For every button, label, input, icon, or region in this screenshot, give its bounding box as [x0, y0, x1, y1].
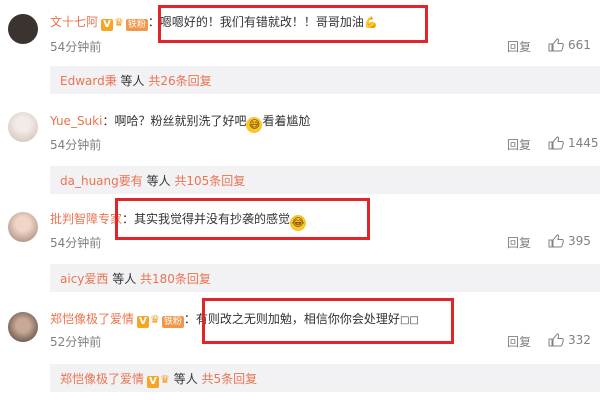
username[interactable]: 文十七阿	[50, 15, 98, 29]
comment-time: 54分钟前	[50, 236, 102, 250]
avatar[interactable]	[8, 112, 38, 142]
sub-reply-user[interactable]: Edward秉	[60, 74, 117, 88]
comment-text-tail: 看着尴尬	[262, 114, 311, 128]
highlight-box	[158, 5, 428, 43]
thumb-up-icon[interactable]	[548, 136, 564, 150]
highlight-box	[202, 298, 454, 344]
sub-reply-user[interactable]: da_huang要有	[60, 174, 143, 188]
sub-reply-count-link[interactable]: 共26条回复	[148, 74, 211, 88]
sub-reply-user[interactable]: 郑恺像极了爱情	[60, 372, 144, 386]
verified-v-icon: V	[147, 376, 160, 388]
sub-replies-bar[interactable]: aicy爱西 等人 共180条回复	[50, 264, 600, 292]
thumb-up-icon[interactable]	[548, 234, 564, 248]
fan-badge: 铁粉	[161, 316, 184, 328]
verified-v-icon: V	[137, 316, 150, 328]
like-count: 332	[568, 333, 591, 347]
crown-icon: ♛	[160, 373, 170, 386]
avatar[interactable]	[8, 14, 38, 44]
verified-v-icon: V	[101, 19, 114, 31]
reply-button[interactable]: 回复	[507, 136, 531, 153]
thumb-up-icon[interactable]	[548, 38, 564, 52]
emoji-icon: 😅	[246, 117, 263, 133]
thumb-up-icon[interactable]	[548, 333, 564, 347]
sub-reply-count-link[interactable]: 共180条回复	[140, 272, 211, 286]
reply-button[interactable]: 回复	[507, 234, 531, 251]
crown-icon: ♛	[150, 313, 160, 326]
comment-text: 啊哈？粉丝就别洗了好吧	[114, 114, 247, 128]
like-count: 395	[568, 234, 591, 248]
username[interactable]: Yue_Suki	[50, 114, 102, 128]
username[interactable]: 批判智障专家	[50, 212, 122, 226]
highlight-box	[115, 198, 370, 240]
sub-replies-bar[interactable]: Edward秉 等人 共26条回复	[50, 66, 600, 94]
sub-reply-count-link[interactable]: 共5条回复	[202, 372, 258, 386]
avatar[interactable]	[8, 212, 38, 242]
avatar[interactable]	[8, 312, 38, 342]
sub-reply-count-link[interactable]: 共105条回复	[174, 174, 245, 188]
fan-badge: 铁粉	[125, 19, 148, 31]
reply-button[interactable]: 回复	[507, 333, 531, 350]
like-count: 1445	[568, 136, 599, 150]
sub-replies-bar[interactable]: da_huang要有 等人 共105条回复	[50, 166, 600, 194]
comment-time: 54分钟前	[50, 40, 102, 54]
comment-time: 54分钟前	[50, 138, 102, 152]
username[interactable]: 郑恺像极了爱情	[50, 312, 134, 326]
comment-line: Yue_Suki：啊哈？粉丝就别洗了好吧 😅 看着尴尬	[50, 114, 311, 133]
comment-time: 52分钟前	[50, 335, 102, 349]
like-count: 661	[568, 38, 591, 52]
sub-reply-user[interactable]: aicy爱西	[60, 272, 108, 286]
reply-button[interactable]: 回复	[507, 38, 531, 55]
crown-icon: ♛	[114, 16, 124, 29]
sub-replies-bar[interactable]: 郑恺像极了爱情 V ♛ 等人 共5条回复	[50, 364, 600, 392]
